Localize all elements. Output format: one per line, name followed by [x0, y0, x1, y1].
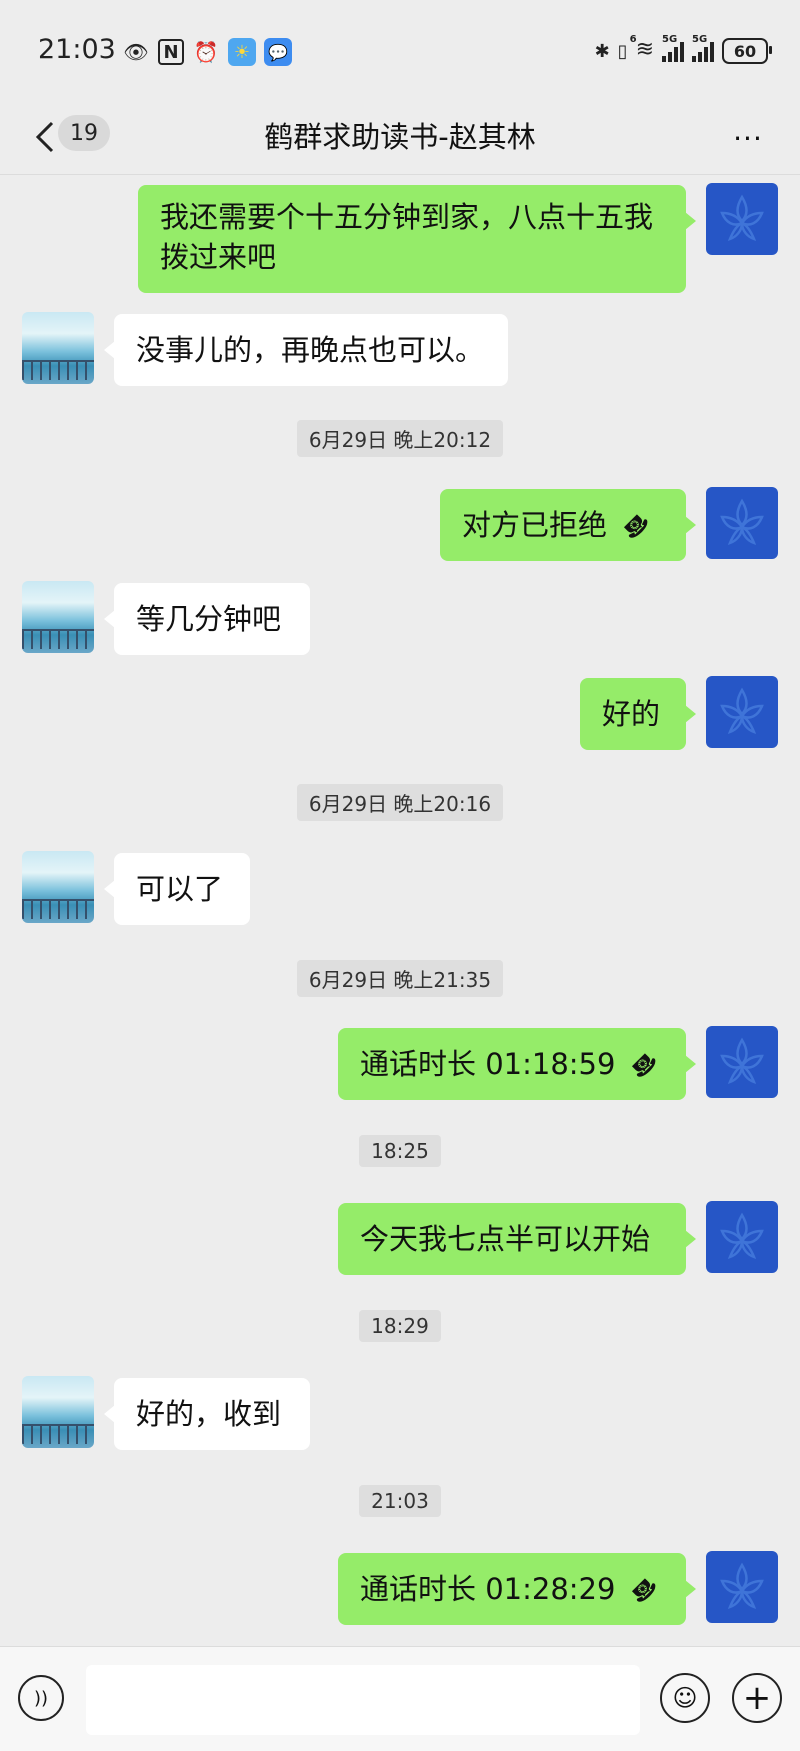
phone-hangup-icon: ☎	[624, 1570, 663, 1608]
received-message-bubble[interactable]: 等几分钟吧	[104, 583, 310, 655]
eye-icon: 👁	[123, 40, 149, 64]
bluetooth-icon: ✱	[594, 40, 610, 62]
contact-avatar[interactable]	[22, 581, 94, 653]
sent-message-bubble[interactable]: 通话时长 01:18:59 ☎	[338, 1028, 696, 1100]
more-functions-button[interactable]: +	[732, 1673, 782, 1723]
phone-hangup-icon: ☎	[624, 1045, 663, 1083]
received-message-bubble[interactable]: 好的，收到	[104, 1378, 310, 1450]
message-input[interactable]	[86, 1665, 640, 1735]
phone-hangup-icon: ☎	[616, 506, 654, 544]
timestamp-label: 6月29日 晚上20:16	[296, 784, 504, 821]
timestamp: 18:29	[0, 1310, 800, 1342]
message-text: 没事儿的，再晚点也可以。	[136, 333, 485, 367]
smiley-icon: ☺	[672, 1684, 698, 1712]
wifi-icon: 6 ≋	[629, 34, 654, 62]
weather-app-icon: ☀	[228, 38, 256, 66]
more-options-icon[interactable]: ···	[724, 118, 772, 158]
timestamp-label: 6月29日 晚上21:35	[296, 960, 504, 997]
timestamp: 6月29日 晚上21:35	[0, 960, 800, 997]
messages-app-icon: 💬	[264, 38, 292, 66]
cellular-signal-2-icon: 5G	[692, 34, 714, 62]
sent-message-bubble[interactable]: 对方已拒绝 ☎	[440, 489, 696, 561]
timestamp: 6月29日 晚上20:12	[0, 420, 800, 457]
cellular-signal-1-icon: 5G	[662, 34, 684, 62]
nfc-icon: N	[158, 39, 184, 65]
message-text: 等几分钟吧	[136, 602, 282, 636]
input-bar: )) ☺ +	[0, 1646, 800, 1751]
my-avatar[interactable]	[706, 676, 778, 748]
my-avatar[interactable]	[706, 1201, 778, 1273]
message-text: 通话时长 01:18:59	[360, 1047, 616, 1081]
battery-icon: 60	[722, 38, 772, 64]
sent-message-bubble[interactable]: 今天我七点半可以开始	[338, 1203, 696, 1275]
received-message-bubble[interactable]: 没事儿的，再晚点也可以。	[104, 314, 508, 386]
contact-avatar[interactable]	[22, 312, 94, 384]
message-text: 好的，收到	[136, 1397, 282, 1431]
timestamp-label: 21:03	[359, 1485, 441, 1517]
header-divider	[0, 174, 800, 175]
my-avatar[interactable]	[706, 183, 778, 255]
message-text: 可以了	[136, 872, 224, 906]
sent-message-bubble[interactable]: 好的	[580, 678, 696, 750]
contact-avatar[interactable]	[22, 851, 94, 923]
message-text: 对方已拒绝	[462, 508, 608, 542]
timestamp: 18:25	[0, 1135, 800, 1167]
timestamp-label: 6月29日 晚上20:12	[296, 420, 504, 457]
my-avatar[interactable]	[706, 1551, 778, 1623]
status-time: 21:03	[38, 34, 116, 65]
status-system-icons: ✱ ▯ 6 ≋ 5G 5G 60	[594, 34, 772, 64]
received-message-bubble[interactable]: 可以了	[104, 853, 250, 925]
my-avatar[interactable]	[706, 1026, 778, 1098]
voice-icon: ))	[33, 1687, 49, 1709]
timestamp: 6月29日 晚上20:16	[0, 784, 800, 821]
message-text: 通话时长 01:28:29	[360, 1572, 616, 1606]
timestamp: 21:03	[0, 1485, 800, 1517]
status-bar: 21:03 👁 N ⏰ ☀ 💬 ✱ ▯ 6 ≋ 5G 5G 60	[0, 0, 800, 100]
message-text: 今天我七点半可以开始	[360, 1222, 651, 1256]
message-text: 好的	[602, 697, 661, 731]
chat-header: 19 鹤群求助读书-赵其林 ···	[0, 100, 800, 175]
status-notification-icons: 👁 N ⏰ ☀ 💬	[122, 38, 292, 66]
voice-input-button[interactable]: ))	[18, 1675, 64, 1721]
contact-avatar[interactable]	[22, 1376, 94, 1448]
sent-message-bubble[interactable]: 通话时长 01:28:29 ☎	[338, 1553, 696, 1625]
plus-icon: +	[742, 1678, 772, 1718]
vibrate-icon: ▯	[617, 40, 628, 62]
timestamp-label: 18:29	[359, 1310, 441, 1342]
alarm-icon: ⏰	[193, 40, 219, 64]
sent-message-bubble[interactable]: 我还需要个十五分钟到家，八点十五我拨过来吧	[138, 185, 696, 293]
timestamp-label: 18:25	[359, 1135, 441, 1167]
chat-title: 鹤群求助读书-赵其林	[264, 120, 536, 154]
message-text: 我还需要个十五分钟到家，八点十五我拨过来吧	[160, 200, 654, 274]
emoji-button[interactable]: ☺	[660, 1673, 710, 1723]
my-avatar[interactable]	[706, 487, 778, 559]
